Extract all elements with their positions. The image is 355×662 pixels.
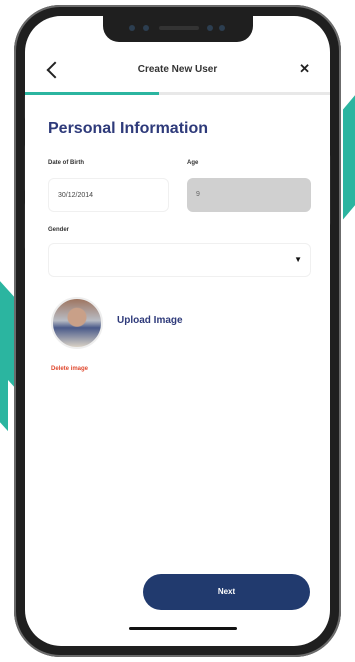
camera-dot bbox=[218, 25, 225, 31]
next-button[interactable]: Next bbox=[143, 574, 310, 610]
close-icon[interactable]: ✕ bbox=[299, 61, 310, 77]
dob-label: Date of Birth bbox=[48, 160, 84, 166]
delete-image-link[interactable]: Delete image bbox=[51, 366, 88, 372]
upload-image-button[interactable]: Upload Image bbox=[117, 315, 183, 326]
notch bbox=[102, 16, 253, 42]
camera-dot bbox=[206, 25, 213, 31]
phone-frame: Create New User ✕ Personal Information D… bbox=[14, 5, 341, 657]
progress-fill bbox=[25, 92, 160, 95]
age-label: Age bbox=[187, 160, 199, 166]
camera-dot bbox=[128, 25, 135, 31]
page-title: Create New User bbox=[137, 64, 218, 75]
background-stripe bbox=[343, 90, 355, 220]
progress-bar bbox=[25, 92, 330, 95]
section-title: Personal Information bbox=[48, 120, 209, 137]
chevron-down-icon: ▼ bbox=[294, 255, 302, 264]
gender-label: Gender bbox=[48, 227, 70, 233]
app-header: Create New User ✕ bbox=[25, 58, 330, 88]
dob-field[interactable]: 30/12/2014 bbox=[48, 178, 169, 212]
speaker-grille bbox=[158, 26, 199, 30]
phone-screen: Create New User ✕ Personal Information D… bbox=[25, 16, 330, 646]
home-indicator bbox=[129, 627, 237, 630]
gender-select[interactable]: ▼ bbox=[48, 243, 311, 277]
camera-dot bbox=[142, 25, 149, 31]
avatar bbox=[51, 297, 103, 349]
age-field: 9 bbox=[187, 178, 311, 212]
